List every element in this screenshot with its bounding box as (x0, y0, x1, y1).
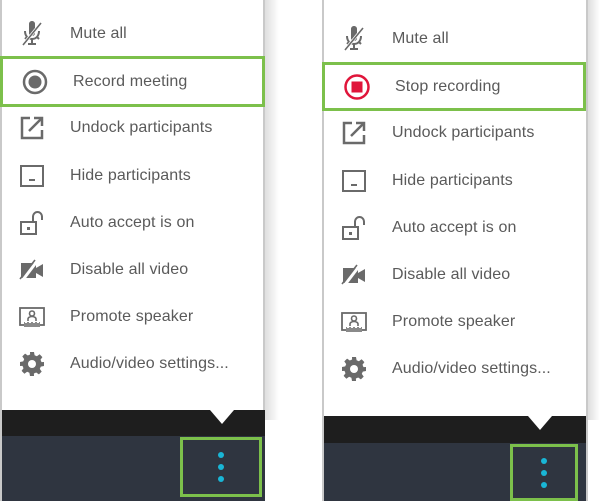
more-vertical-icon-dot (541, 481, 547, 488)
menu-pointer (528, 416, 552, 430)
menu-item-undock-participants[interactable]: Undock participants (324, 110, 586, 156)
more-options-button[interactable] (180, 437, 262, 497)
unlock-icon (16, 207, 48, 239)
more-vertical-icon-dot (541, 469, 547, 476)
more-vertical-icon (541, 457, 547, 464)
more-options-button[interactable] (510, 444, 578, 501)
mic-muted-icon (338, 23, 370, 55)
menu-item-label: Auto accept is on (70, 214, 195, 231)
right-menu-panel: Mute all Stop recording Undock participa… (322, 0, 588, 501)
menu-item-undock-participants[interactable]: Undock participants (2, 105, 265, 151)
menu-item-hide-participants[interactable]: Hide participants (324, 158, 586, 204)
menu-item-audio-video-settings[interactable]: Audio/video settings... (2, 341, 265, 387)
menu-item-label: Audio/video settings... (392, 360, 551, 377)
menu-item-label: Record meeting (73, 72, 188, 90)
menu-pointer (210, 410, 234, 424)
promote-speaker-icon (16, 301, 48, 333)
menu-item-label: Promote speaker (70, 308, 194, 325)
menu-item-label: Stop recording (395, 77, 501, 95)
menu-item-disable-all-video[interactable]: Disable all video (324, 252, 586, 298)
panel-shadow (588, 0, 600, 420)
unlock-icon (338, 212, 370, 244)
promote-speaker-icon (338, 306, 370, 338)
minimize-window-icon (16, 160, 48, 192)
menu-item-label: Mute all (70, 25, 127, 42)
menu-item-promote-speaker[interactable]: Promote speaker (324, 299, 586, 345)
mic-muted-icon (16, 18, 48, 50)
panel-shadow (265, 0, 279, 420)
menu-item-promote-speaker[interactable]: Promote speaker (2, 294, 265, 340)
menu-item-label: Disable all video (70, 261, 189, 278)
undock-icon (338, 117, 370, 149)
menu-item-label: Audio/video settings... (70, 355, 229, 372)
more-vertical-icon-dot (218, 464, 224, 470)
left-menu-panel: Mute all Record meeting Undock participa… (0, 0, 265, 501)
menu-item-record-meeting[interactable]: Record meeting (0, 56, 265, 107)
menu-item-label: Hide participants (70, 167, 191, 184)
menu-item-mute-all[interactable]: Mute all (324, 16, 586, 62)
menu-item-label: Undock participants (70, 119, 213, 136)
undock-icon (16, 112, 48, 144)
menu-item-label: Promote speaker (392, 313, 516, 330)
gear-icon (338, 353, 370, 385)
menu-item-auto-accept[interactable]: Auto accept is on (324, 205, 586, 251)
menu-item-stop-recording[interactable]: Stop recording (322, 62, 586, 111)
minimize-window-icon (338, 165, 370, 197)
menu-item-label: Hide participants (392, 172, 513, 189)
menu-item-mute-all[interactable]: Mute all (2, 11, 265, 57)
menu-item-audio-video-settings[interactable]: Audio/video settings... (324, 346, 586, 392)
menu-item-label: Undock participants (392, 124, 535, 141)
more-vertical-icon (218, 452, 224, 458)
more-vertical-icon-dot (218, 476, 224, 482)
menu-item-hide-participants[interactable]: Hide participants (2, 153, 265, 199)
menu-item-auto-accept[interactable]: Auto accept is on (2, 200, 265, 246)
video-off-icon (338, 259, 370, 291)
gear-icon (16, 348, 48, 380)
stop-record-icon (341, 71, 373, 103)
record-icon (19, 66, 51, 98)
menu-item-label: Disable all video (392, 266, 511, 283)
menu-item-label: Mute all (392, 30, 449, 47)
video-off-icon (16, 254, 48, 286)
menu-item-label: Auto accept is on (392, 219, 517, 236)
menu-item-disable-all-video[interactable]: Disable all video (2, 247, 265, 293)
